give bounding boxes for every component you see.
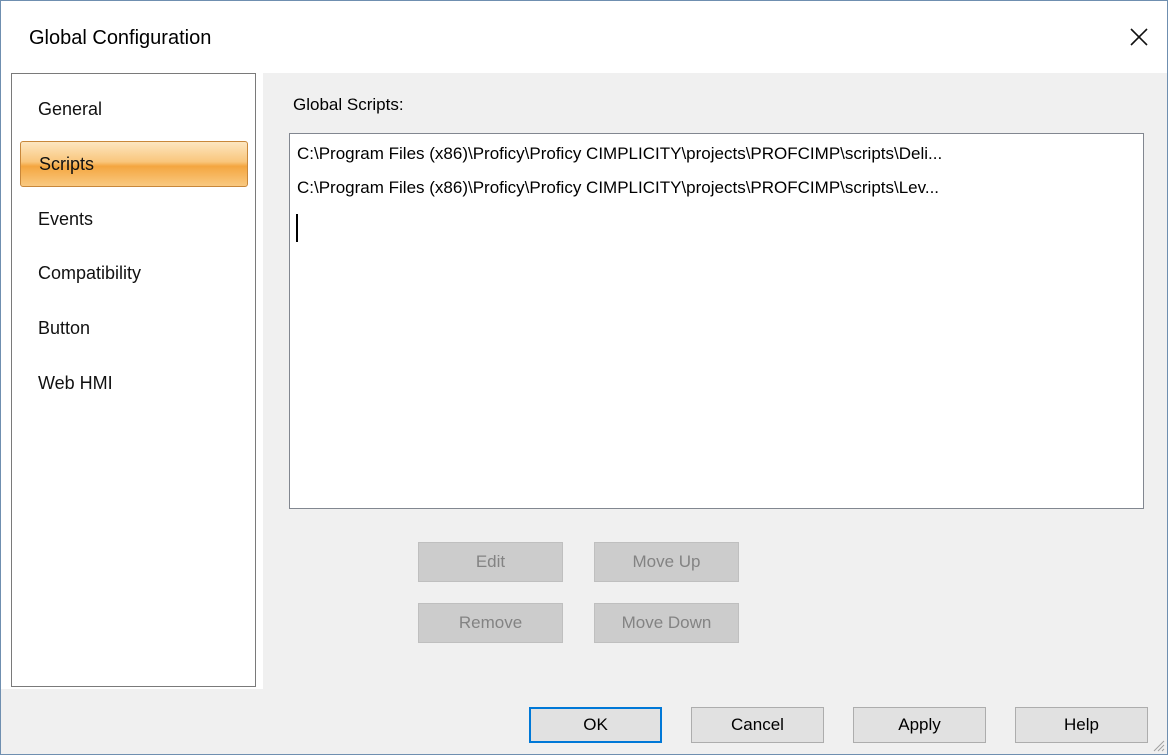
sidebar-item-label: Button [38, 317, 91, 338]
dialog-footer: OK Cancel Apply Help [1, 689, 1167, 754]
sidebar-item-label: General [38, 98, 103, 119]
category-sidebar: General Scripts Events Compatibility But… [11, 73, 256, 687]
apply-button[interactable]: Apply [853, 707, 986, 743]
dialog-content: General Scripts Events Compatibility But… [1, 65, 1167, 689]
close-button[interactable] [1119, 17, 1159, 57]
sidebar-item-web-hmi[interactable]: Web HMI [20, 360, 248, 406]
title-bar: Global Configuration [1, 1, 1167, 65]
list-item[interactable]: C:\Program Files (x86)\Proficy\Proficy C… [297, 178, 1137, 198]
resize-grip-icon[interactable] [1151, 738, 1165, 752]
sidebar-item-label: Scripts [39, 153, 95, 174]
sidebar-item-general[interactable]: General [20, 86, 248, 132]
move-up-button[interactable]: Move Up [594, 542, 739, 582]
list-item[interactable]: C:\Program Files (x86)\Proficy\Proficy C… [297, 144, 1137, 164]
sidebar-item-label: Web HMI [38, 372, 113, 393]
sidebar-item-button[interactable]: Button [20, 305, 248, 351]
sidebar-item-compatibility[interactable]: Compatibility [20, 250, 248, 296]
close-icon [1130, 28, 1148, 46]
edit-button[interactable]: Edit [418, 542, 563, 582]
sidebar-item-scripts[interactable]: Scripts [20, 141, 248, 187]
cancel-button[interactable]: Cancel [691, 707, 824, 743]
move-down-button[interactable]: Move Down [594, 603, 739, 643]
help-button[interactable]: Help [1015, 707, 1148, 743]
text-caret [296, 214, 298, 242]
dialog-title: Global Configuration [29, 27, 212, 49]
scripts-panel: Global Scripts: C:\Program Files (x86)\P… [263, 73, 1167, 689]
ok-button[interactable]: OK [529, 707, 662, 743]
global-configuration-dialog: Global Configuration General Scripts Eve… [0, 0, 1168, 755]
sidebar-item-label: Events [38, 208, 94, 229]
sidebar-item-events[interactable]: Events [20, 196, 248, 242]
remove-button[interactable]: Remove [418, 603, 563, 643]
global-scripts-label: Global Scripts: [293, 95, 404, 114]
sidebar-item-label: Compatibility [38, 262, 142, 283]
global-scripts-list[interactable]: C:\Program Files (x86)\Proficy\Proficy C… [289, 133, 1144, 509]
